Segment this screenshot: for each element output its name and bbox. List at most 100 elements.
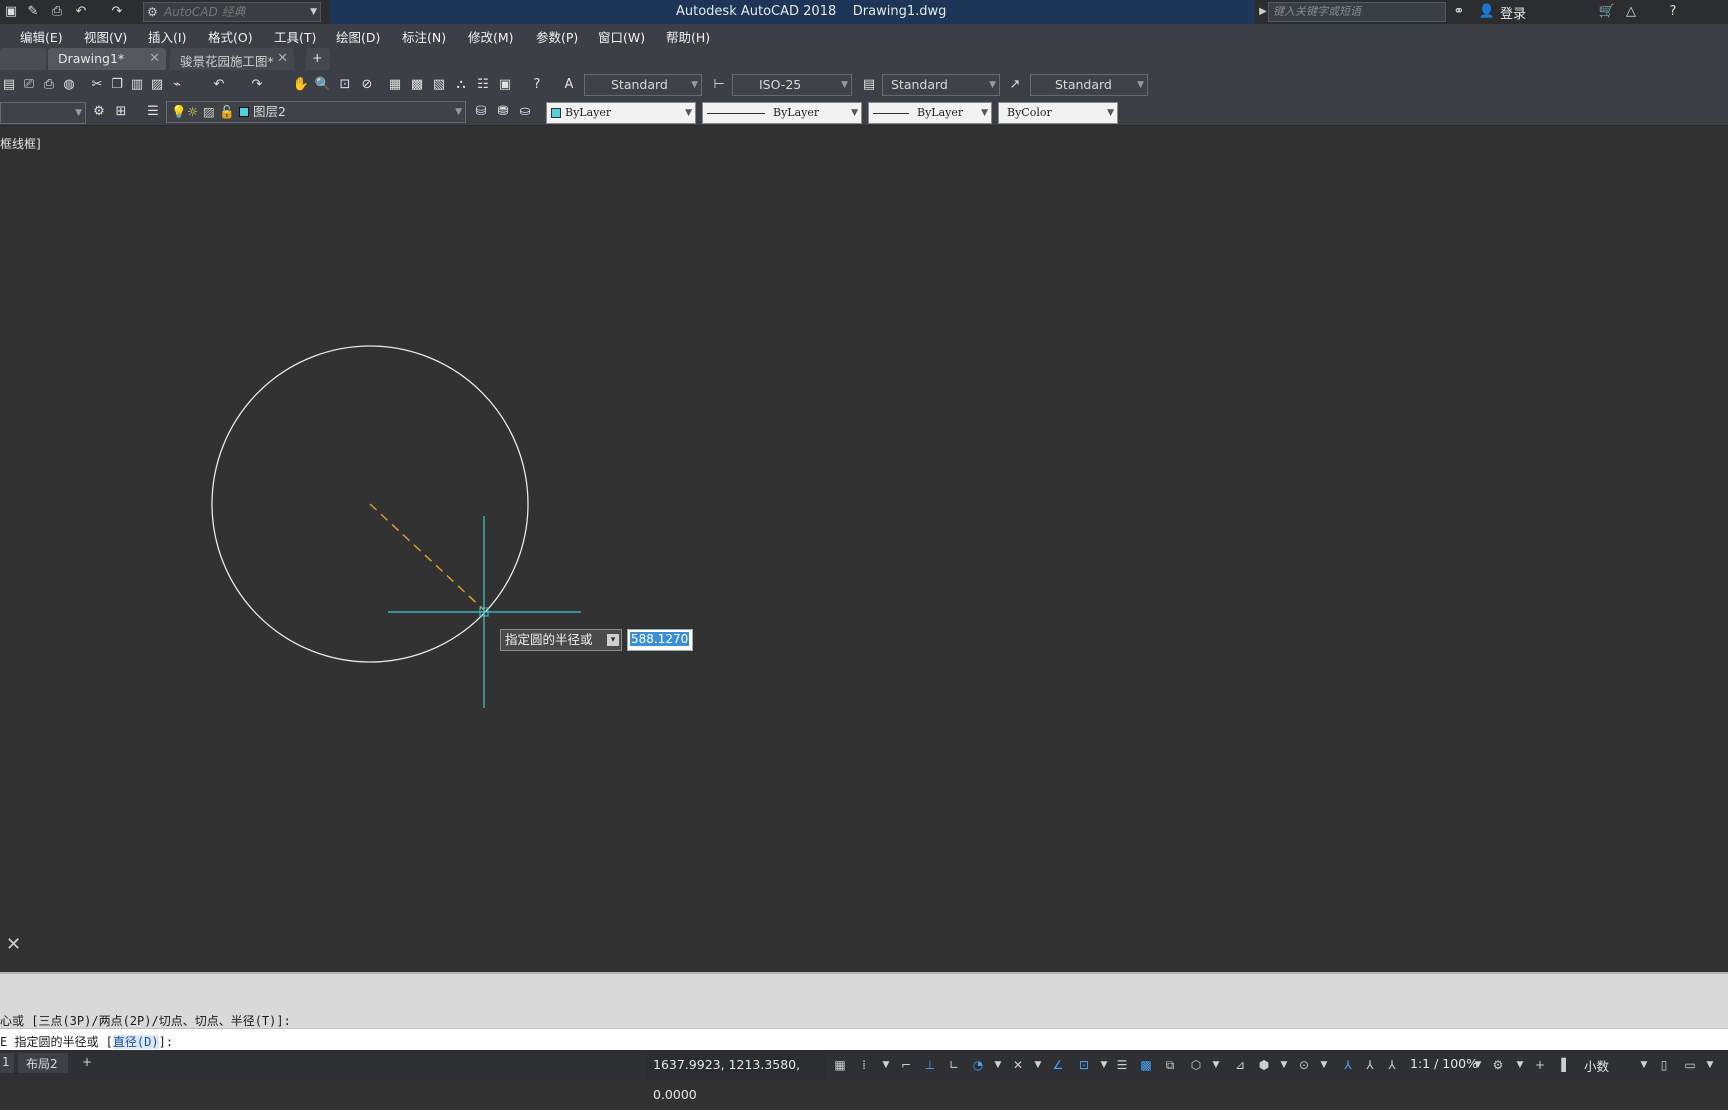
3d-osnap-icon[interactable]: ⬡	[1188, 1057, 1204, 1073]
binoculars-icon[interactable]: ⚭	[1450, 3, 1468, 21]
annotation-scale-icon[interactable]: ⅄	[1384, 1057, 1400, 1073]
chevron-down-icon[interactable]: ▼	[1636, 1057, 1652, 1073]
drawing-canvas[interactable]	[0, 126, 1728, 972]
menu-modify[interactable]: 修改(M)	[468, 27, 514, 46]
close-icon[interactable]: ✕	[149, 51, 160, 66]
menu-dimension[interactable]: 标注(N)	[402, 27, 446, 46]
calculator-icon[interactable]: ▣	[496, 76, 514, 94]
new-tab-button[interactable]: +	[306, 48, 330, 70]
chevron-down-icon[interactable]: ▼	[1470, 1057, 1486, 1073]
quick-properties-icon[interactable]: ▌	[1558, 1057, 1574, 1073]
undo-icon[interactable]: ↶	[210, 76, 228, 94]
design-center-icon[interactable]: ▩	[408, 76, 426, 94]
close-icon[interactable]: ✕	[277, 51, 288, 66]
layout-tab-1[interactable]: 1	[0, 1053, 14, 1073]
gizmo-icon[interactable]: ⬢	[1256, 1057, 1272, 1073]
menu-format[interactable]: 格式(O)	[208, 27, 253, 46]
search-input[interactable]: 键入关键字或短语	[1268, 2, 1446, 22]
plotstyle-combo[interactable]: ByColor ▼	[998, 102, 1118, 124]
copy-icon[interactable]: ❐	[108, 76, 126, 94]
publish-icon[interactable]: ◍	[60, 76, 78, 94]
pan-icon[interactable]: ✋	[292, 76, 310, 94]
layer-combo[interactable]: 💡 ☼ ▨ 🔓 图层2 ▼	[166, 101, 466, 123]
coordinate-display[interactable]: 1637.9923, 1213.3580, 0.0000	[645, 1050, 825, 1102]
transparency-icon[interactable]: ▩	[1138, 1057, 1154, 1073]
radius-input[interactable]: 588.1270	[627, 629, 693, 651]
zoom-realtime-icon[interactable]: 🔍	[314, 76, 332, 94]
color-combo[interactable]: ByLayer ▼	[546, 102, 696, 124]
menu-window[interactable]: 窗口(W)	[598, 27, 645, 46]
annotation-visibility-icon[interactable]: ⅄	[1340, 1057, 1356, 1073]
print-preview-icon[interactable]: ⎙	[40, 76, 58, 94]
zoom-previous-icon[interactable]: ⊘	[358, 76, 376, 94]
save-as-icon[interactable]: ✎	[24, 3, 42, 21]
lineweight-combo[interactable]: ByLayer ▼	[868, 102, 992, 124]
dim-style-icon[interactable]: ⊢	[710, 76, 728, 94]
options-down-icon[interactable]: ▾	[607, 634, 619, 646]
viewport-icon[interactable]: ⊞	[112, 103, 130, 121]
mleader-style-icon[interactable]: ↗	[1006, 76, 1024, 94]
units-display[interactable]: 小数	[1584, 1056, 1609, 1075]
snap-icon[interactable]: ⁞	[856, 1057, 872, 1073]
command-input[interactable]: E 指定圆的半径或 [直径(D)]:	[0, 1028, 1728, 1050]
lineweight-icon[interactable]: ☰	[1114, 1057, 1130, 1073]
ortho-icon[interactable]: ∟	[946, 1057, 962, 1073]
new-file-icon[interactable]: ▤	[0, 76, 18, 94]
ucs-icon[interactable]: ⊿	[1232, 1057, 1248, 1073]
zoom-window-icon[interactable]: ⊡	[336, 76, 354, 94]
workspace-combo[interactable]: ⚙ AutoCAD 经典 ▼	[143, 2, 321, 22]
undo-icon[interactable]: ↶	[72, 3, 90, 21]
make-current-icon[interactable]: ⛁	[472, 103, 490, 121]
layer-previous-icon[interactable]: ⛃	[494, 103, 512, 121]
cut-icon[interactable]: ✂	[88, 76, 106, 94]
text-style-combo[interactable]: Standard ▼	[584, 74, 702, 96]
chevron-down-icon[interactable]: ▼	[1030, 1057, 1046, 1073]
help-icon[interactable]: ?	[528, 76, 546, 94]
layout-tab-2[interactable]: 布局2	[18, 1053, 68, 1073]
help-icon[interactable]: ?	[1664, 3, 1682, 21]
dynamic-ucs-icon[interactable]: ⊥	[922, 1057, 938, 1073]
a360-icon[interactable]: △	[1622, 3, 1640, 21]
auto-scale-icon[interactable]: ⅄	[1362, 1057, 1378, 1073]
grid-icon[interactable]: ▦	[832, 1057, 848, 1073]
command-option-diameter[interactable]: 直径(D)	[112, 1035, 159, 1049]
table-style-combo[interactable]: Standard ▼	[882, 74, 1000, 96]
markup-icon[interactable]: ☷	[474, 76, 492, 94]
menu-edit[interactable]: 编辑(E)	[20, 27, 63, 46]
polar-icon[interactable]: ◔	[970, 1057, 986, 1073]
menu-parametric[interactable]: 参数(P)	[536, 27, 578, 46]
tab-start[interactable]	[0, 48, 46, 70]
tool-palettes-icon[interactable]: ▧	[430, 76, 448, 94]
menu-tools[interactable]: 工具(T)	[274, 27, 316, 46]
gear-icon[interactable]: ⚙	[1490, 1057, 1506, 1073]
chevron-down-icon[interactable]: ▼	[1316, 1057, 1332, 1073]
customize-icon[interactable]: ▭	[1682, 1057, 1698, 1073]
block-editor-icon[interactable]: ⌁	[168, 76, 186, 94]
layer-state-icon[interactable]: ⛀	[516, 103, 534, 121]
match-properties-icon[interactable]: ▨	[148, 76, 166, 94]
close-icon[interactable]: ✕	[6, 934, 21, 955]
annotation-monitor-icon[interactable]: ⊙	[1296, 1057, 1312, 1073]
chevron-down-icon[interactable]: ▼	[1702, 1057, 1718, 1073]
print-icon[interactable]: ⎙	[48, 3, 66, 21]
linetype-combo[interactable]: ByLayer ▼	[702, 102, 862, 124]
tab-drawing1[interactable]: Drawing1* ✕	[48, 48, 166, 70]
menu-view[interactable]: 视图(V)	[84, 27, 127, 46]
chevron-down-icon[interactable]: ▼	[1096, 1057, 1112, 1073]
save-icon[interactable]: ▣	[2, 3, 20, 21]
tab-other-drawing[interactable]: 骏景花园施工图* ✕	[170, 48, 294, 70]
redo-icon[interactable]: ↷	[248, 76, 266, 94]
dim-style-combo[interactable]: ISO-25 ▼	[732, 74, 852, 96]
text-style-icon[interactable]: A	[560, 76, 578, 94]
chevron-down-icon[interactable]: ▼	[878, 1057, 894, 1073]
isolate-objects-icon[interactable]: ▯	[1656, 1057, 1672, 1073]
layer-properties-icon[interactable]: ☰	[144, 103, 162, 121]
chevron-down-icon[interactable]: ▼	[990, 1057, 1006, 1073]
menu-insert[interactable]: 插入(I)	[148, 27, 186, 46]
chevron-down-icon[interactable]: ▼	[1208, 1057, 1224, 1073]
user-icon[interactable]: 👤	[1478, 3, 1496, 21]
workspace-layer-combo[interactable]: ▼	[0, 102, 86, 124]
paste-icon[interactable]: ▥	[128, 76, 146, 94]
mleader-style-combo[interactable]: Standard ▼	[1030, 74, 1148, 96]
cart-icon[interactable]: 🛒	[1598, 3, 1616, 21]
